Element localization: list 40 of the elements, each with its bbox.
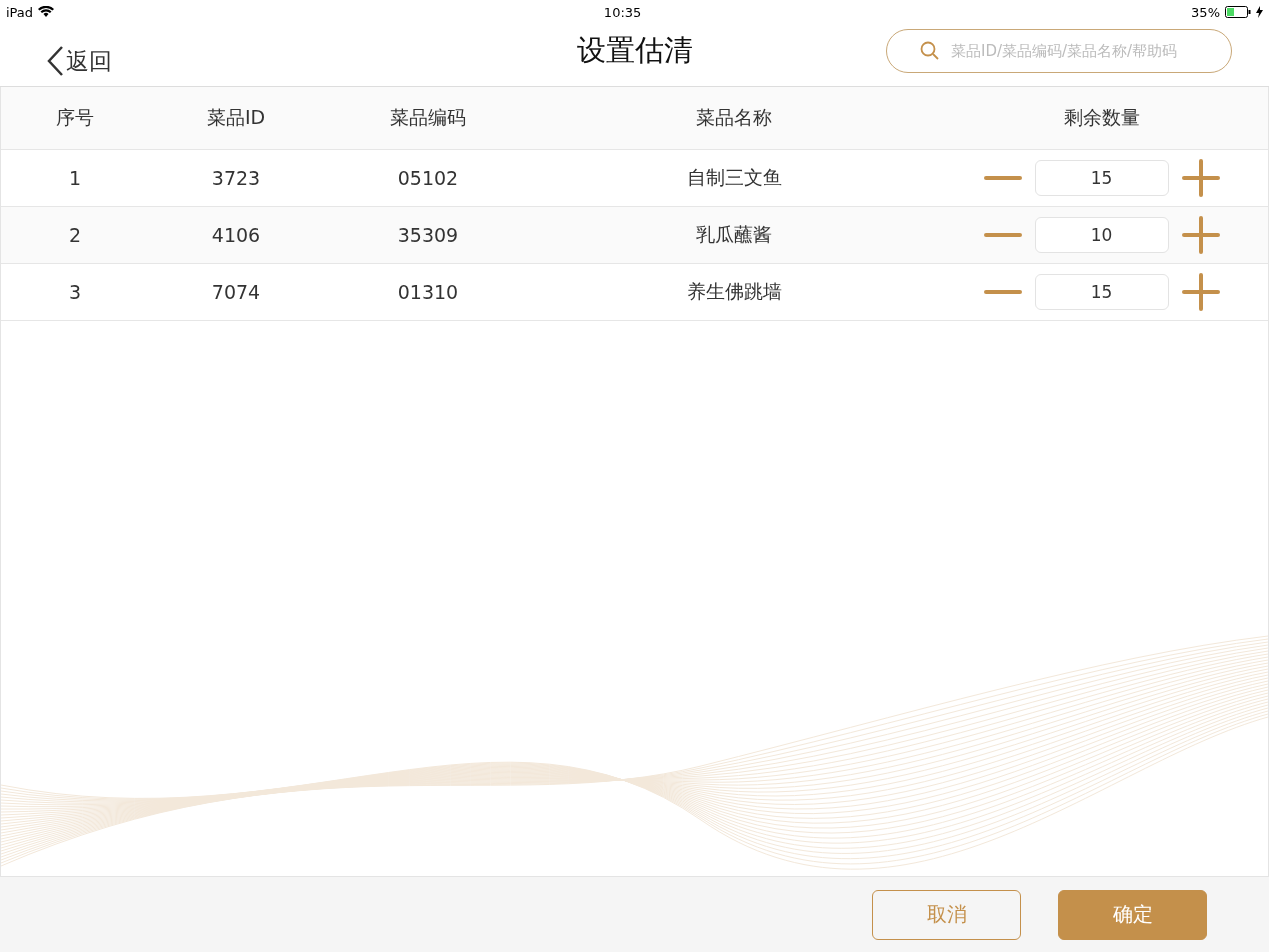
table-cell-text: 05102 xyxy=(396,167,460,189)
column-header: 剩余数量 xyxy=(1062,105,1141,130)
table-cell-text: 3 xyxy=(67,281,83,303)
table-cell-text: 自制三文鱼 xyxy=(685,165,783,190)
quantity-input[interactable]: 15 xyxy=(1034,274,1169,310)
table-cell-text: 4106 xyxy=(210,224,262,246)
wifi-icon xyxy=(38,6,55,18)
table-cell-text: 养生佛跳墙 xyxy=(685,279,783,304)
table-cell-text: 2 xyxy=(67,224,83,246)
plus-icon xyxy=(1181,216,1220,254)
charging-bolt-icon xyxy=(1256,6,1263,18)
quantity-input[interactable]: 10 xyxy=(1034,217,1169,253)
search-field[interactable]: 菜品ID/菜品编码/菜品名称/帮助码 xyxy=(886,29,1232,73)
quantity-input[interactable]: 15 xyxy=(1034,160,1169,196)
minus-icon xyxy=(983,176,1022,180)
clock-time: 10:35 xyxy=(603,4,642,20)
plus-button[interactable] xyxy=(1180,215,1221,255)
plus-icon xyxy=(1181,273,1220,311)
battery-icon xyxy=(1225,6,1251,18)
plus-button[interactable] xyxy=(1180,158,1221,198)
page-title: 设置估清 xyxy=(576,32,693,69)
table-cell-text: 7074 xyxy=(210,281,262,303)
plus-icon xyxy=(1181,159,1220,197)
column-header: 序号 xyxy=(55,105,95,130)
minus-icon xyxy=(983,233,1022,237)
minus-icon xyxy=(983,290,1022,294)
table-cell-text: 35309 xyxy=(396,224,460,246)
battery-percent: 35% xyxy=(1191,4,1220,20)
column-header: 菜品ID xyxy=(205,105,267,130)
search-icon xyxy=(920,41,940,61)
back-button[interactable]: 返回 xyxy=(46,45,112,77)
table-cell-text: 1 xyxy=(67,167,83,189)
column-header: 菜品名称 xyxy=(695,105,773,130)
device-name: iPad xyxy=(6,4,34,20)
chevron-left-icon xyxy=(46,45,64,77)
table-cell-text: 01310 xyxy=(396,281,460,303)
column-header: 菜品编码 xyxy=(389,105,467,130)
plus-button[interactable] xyxy=(1180,272,1221,312)
table-cell-text: 3723 xyxy=(210,167,262,189)
table-cell-text: 乳瓜蘸酱 xyxy=(695,222,773,247)
